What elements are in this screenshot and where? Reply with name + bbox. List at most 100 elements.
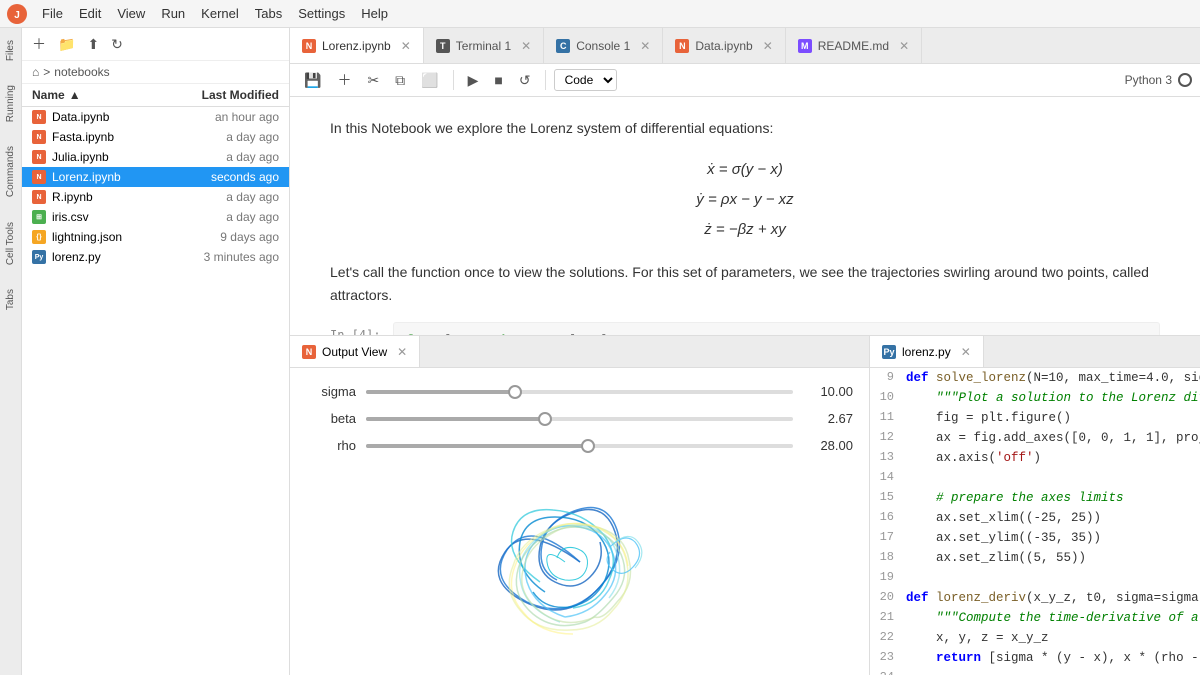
file-row[interactable]: N Fasta.ipynb a day ago (22, 127, 289, 147)
slider-label: sigma (306, 384, 356, 399)
tab-readme-close[interactable]: ✕ (899, 39, 909, 53)
sidebar-label-running[interactable]: Running (2, 73, 19, 134)
sidebar-label-tabs[interactable]: Tabs (2, 277, 19, 322)
menu-tabs[interactable]: Tabs (247, 4, 290, 23)
file-modified: 9 days ago (169, 230, 279, 244)
code-tab-label: lorenz.py (902, 345, 951, 359)
toolbar-separator-2 (545, 70, 546, 90)
line-code: ax.axis('off') (906, 448, 1200, 468)
output-tab-close[interactable]: ✕ (397, 345, 407, 359)
tab-console[interactable]: C Console 1 ✕ (544, 28, 663, 63)
sidebar-label-celltools[interactable]: Cell Tools (2, 210, 19, 277)
menu-kernel[interactable]: Kernel (193, 4, 247, 23)
tab-console-close[interactable]: ✕ (640, 39, 650, 53)
column-name-header: Name ▲ (32, 88, 169, 102)
cut-button[interactable]: ✂ (361, 70, 385, 91)
code-tab-lorenzpy[interactable]: Py lorenz.py ✕ (870, 336, 984, 367)
sidebar-label-commands[interactable]: Commands (2, 134, 19, 209)
menu-help[interactable]: Help (353, 4, 396, 23)
sidebar-label-files[interactable]: Files (2, 28, 19, 73)
code-line: 21 """Compute the time-derivative of a L… (870, 608, 1200, 628)
file-row[interactable]: N Julia.ipynb a day ago (22, 147, 289, 167)
breadcrumb-path[interactable]: notebooks (54, 65, 109, 79)
menu-view[interactable]: View (109, 4, 153, 23)
menu-file[interactable]: File (34, 4, 71, 23)
slider-track[interactable] (366, 444, 793, 448)
tab-lorenz[interactable]: N Lorenz.ipynb ✕ (290, 28, 424, 63)
code-line: 9 def solve_lorenz(N=10, max_time=4.0, s… (870, 368, 1200, 388)
line-number: 21 (870, 608, 906, 628)
line-code (906, 568, 1200, 588)
restart-button[interactable]: ↺ (513, 70, 537, 91)
sort-icon: ▲ (69, 88, 81, 102)
menu-run[interactable]: Run (153, 4, 193, 23)
run-button[interactable]: ▶ (462, 70, 485, 91)
lorenz-plot (306, 465, 853, 659)
line-number: 11 (870, 408, 906, 428)
code-line: 17 ax.set_ylim((-35, 35)) (870, 528, 1200, 548)
line-code: def lorenz_deriv(x_y_z, t0, sigma=sigma,… (906, 588, 1200, 608)
file-row[interactable]: N Data.ipynb an hour ago (22, 107, 289, 127)
data-notebook-icon: N (675, 39, 689, 53)
file-row[interactable]: N R.ipynb a day ago (22, 187, 289, 207)
code-line: 18 ax.set_zlim((5, 55)) (870, 548, 1200, 568)
file-name: iris.csv (52, 210, 89, 224)
file-table: Name ▲ Last Modified N Data.ipynb an hou… (22, 84, 289, 675)
cell-type-select[interactable]: Code (554, 69, 617, 91)
file-modified: a day ago (169, 210, 279, 224)
line-number: 14 (870, 468, 906, 488)
upload-button[interactable]: ⬆ (83, 34, 103, 55)
line-code (906, 468, 1200, 488)
file-type-icon: N (32, 190, 46, 204)
tab-console-label: Console 1 (576, 39, 630, 53)
file-table-header: Name ▲ Last Modified (22, 84, 289, 107)
file-modified: seconds ago (169, 170, 279, 184)
save-button[interactable]: 💾 (298, 70, 327, 91)
tab-data-close[interactable]: ✕ (763, 39, 773, 53)
tab-terminal[interactable]: T Terminal 1 ✕ (424, 28, 544, 63)
slider-track[interactable] (366, 417, 793, 421)
slider-group: beta 2.67 (306, 411, 853, 426)
bottom-panels: N Output View ✕ sigma 10.00 beta 2.67 rh… (290, 335, 1200, 675)
output-panel: N Output View ✕ sigma 10.00 beta 2.67 rh… (290, 336, 870, 675)
code-panel: Py lorenz.py ✕ 9 def solve_lorenz(N=10, … (870, 336, 1200, 675)
slider-label: beta (306, 411, 356, 426)
output-tab-icon: N (302, 345, 316, 359)
cell-code[interactable]: from lorenz import solve_lorenz t, x_t =… (393, 322, 1160, 335)
paste-button[interactable]: ⬜ (415, 70, 444, 91)
copy-button[interactable]: ⧉ (389, 70, 411, 91)
line-code: ax.set_xlim((-25, 25)) (906, 508, 1200, 528)
file-row[interactable]: Py lorenz.py 3 minutes ago (22, 247, 289, 267)
file-name: Data.ipynb (52, 110, 109, 124)
tab-data[interactable]: N Data.ipynb ✕ (663, 28, 785, 63)
tab-lorenz-close[interactable]: ✕ (401, 39, 411, 53)
slider-label: rho (306, 438, 356, 453)
new-file-button[interactable]: ＋ (28, 32, 50, 56)
code-line: 11 fig = plt.figure() (870, 408, 1200, 428)
line-number: 23 (870, 648, 906, 668)
new-folder-button[interactable]: 📁 (54, 34, 79, 55)
stop-button[interactable]: ■ (488, 70, 508, 90)
code-tab-close[interactable]: ✕ (961, 345, 971, 359)
tab-terminal-close[interactable]: ✕ (521, 39, 531, 53)
add-cell-button[interactable]: ＋ (331, 68, 357, 92)
line-code: ax.set_ylim((-35, 35)) (906, 528, 1200, 548)
notebook-toolbar: 💾 ＋ ✂ ⧉ ⬜ ▶ ■ ↺ Code Python 3 (290, 64, 1200, 97)
slider-value: 2.67 (803, 411, 853, 426)
output-tab[interactable]: N Output View ✕ (290, 336, 420, 367)
file-row[interactable]: ⊞ iris.csv a day ago (22, 207, 289, 227)
breadcrumb: ⌂ > notebooks (22, 61, 289, 84)
file-row[interactable]: N Lorenz.ipynb seconds ago (22, 167, 289, 187)
terminal-icon: T (436, 39, 450, 53)
line-number: 17 (870, 528, 906, 548)
file-row[interactable]: {} lightning.json 9 days ago (22, 227, 289, 247)
line-code: """Compute the time-derivative of a Lore… (906, 608, 1200, 628)
sliders-container: sigma 10.00 beta 2.67 rho 28.00 (306, 384, 853, 465)
refresh-button[interactable]: ↻ (107, 34, 127, 55)
menu-edit[interactable]: Edit (71, 4, 109, 23)
slider-track[interactable] (366, 390, 793, 394)
output-tab-label: Output View (322, 345, 387, 359)
menu-settings[interactable]: Settings (290, 4, 353, 23)
file-modified: a day ago (169, 150, 279, 164)
tab-readme[interactable]: M README.md ✕ (786, 28, 922, 63)
